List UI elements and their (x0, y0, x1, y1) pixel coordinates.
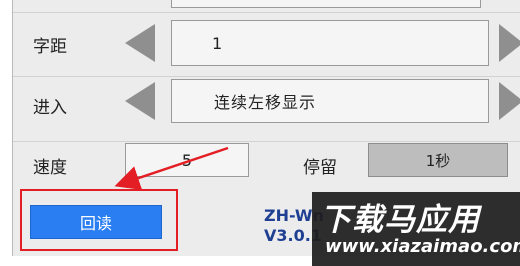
watermark: 下载马应用 www.xiazaimao.com (312, 192, 520, 266)
watermark-url: www.xiazaimao.com (325, 236, 520, 257)
watermark-title: 下载马应用 (320, 202, 480, 238)
